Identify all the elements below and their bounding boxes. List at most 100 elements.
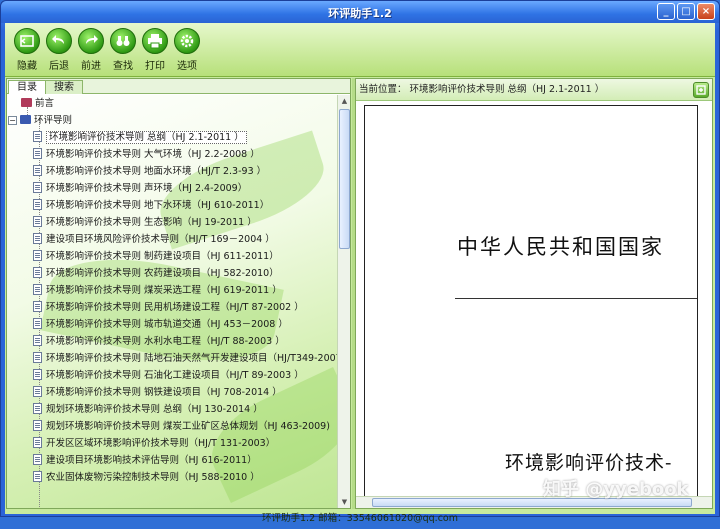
tree-item-label: 建设项目环境影响技术评估导则（HJ 616-2011） xyxy=(46,455,257,466)
document-page: 中华人民共和国国家 环境影响评价技术- xyxy=(364,105,698,499)
tree-item-label: 环境影响评价技术导则 煤炭采选工程（HJ 619-2011 ） xyxy=(46,285,282,296)
tree-item[interactable]: 规划环境影响评价技术导则 煤炭工业矿区总体规划（HJ 463-2009) xyxy=(33,418,330,435)
back-button[interactable]: 后退 xyxy=(43,28,75,72)
watermark: 知乎 @yyebook xyxy=(543,479,689,500)
hide-label: 隐藏 xyxy=(17,61,37,72)
forward-button[interactable]: 前进 xyxy=(75,28,107,72)
binoculars-icon xyxy=(110,28,136,54)
tab-search[interactable]: 搜索 xyxy=(45,80,83,94)
document-icon xyxy=(33,420,42,431)
tree-folder-label: 环评导则 xyxy=(34,115,73,126)
tree-item[interactable]: 环境影响评价技术导则 总纲（HJ 2.1-2011 ） xyxy=(33,129,247,146)
navigation-pane: 目录 搜索 前言 − 环评导则 环境影响评价技术导则 总纲（HJ 2.1-2011… xyxy=(6,78,351,509)
tree-item[interactable]: 建设项目环境风险评价技术导则（HJ/T 169－2004 ） xyxy=(33,231,275,248)
nav-tabs: 目录 搜索 xyxy=(7,79,350,94)
document-icon xyxy=(33,301,42,312)
tree-item-label: 环境影响评价技术导则 农药建设项目（HJ 582-2010） xyxy=(46,268,279,279)
tree-item-preface[interactable]: 前言 xyxy=(21,95,54,112)
tree-item[interactable]: 环境影响评价技术导则 地下水环境（HJ 610-2011） xyxy=(33,197,269,214)
tree-item-label: 环境影响评价技术导则 制药建设项目（HJ 611-2011） xyxy=(46,251,279,262)
document-icon xyxy=(33,403,42,414)
document-icon xyxy=(33,318,42,329)
location-bar: 当前位置： 环境影响评价技术导则 总纲（HJ 2.1-2011 ） xyxy=(356,79,712,101)
document-icon xyxy=(33,352,42,363)
document-icon xyxy=(33,148,42,159)
printer-icon xyxy=(142,28,168,54)
current-location: 当前位置： 环境影响评价技术导则 总纲（HJ 2.1-2011 ） xyxy=(359,84,605,95)
tree-item[interactable]: 规划环境影响评价技术导则 总纲（HJ 130-2014 ） xyxy=(33,401,263,418)
find-button[interactable]: 查找 xyxy=(107,28,139,72)
tree-item-label: 环境影响评价技术导则 大气环境（HJ 2.2-2008 ） xyxy=(46,149,260,160)
tree-item-label: 规划环境影响评价技术导则 总纲（HJ 130-2014 ） xyxy=(46,404,263,415)
scroll-up-icon[interactable]: ▲ xyxy=(339,95,350,107)
tab-contents[interactable]: 目录 xyxy=(8,80,46,94)
tree-item-label: 环境影响评价技术导则 钢铁建设项目（HJ 708-2014 ） xyxy=(46,387,282,398)
tree-item[interactable]: 环境影响评价技术导则 煤炭采选工程（HJ 619-2011 ） xyxy=(33,282,282,299)
tree-item[interactable]: 环境影响评价技术导则 钢铁建设项目（HJ 708-2014 ） xyxy=(33,384,282,401)
heading-rule xyxy=(455,298,697,299)
tree-item-label: 环境影响评价技术导则 陆地石油天然气开发建设项目（HJ/T349-2007) xyxy=(46,353,337,364)
tree-folder-guidelines[interactable]: − 环评导则 xyxy=(8,112,72,129)
options-button[interactable]: 选项 xyxy=(171,28,203,72)
content-pane: 当前位置： 环境影响评价技术导则 总纲（HJ 2.1-2011 ） 中华人民共和… xyxy=(355,78,713,509)
tree-item[interactable]: 开发区区域环境影响评价技术导则（HJ/T 131-2003） xyxy=(33,435,275,452)
tree-item[interactable]: 环境影响评价技术导则 声环境（HJ 2.4-2009） xyxy=(33,180,247,197)
document-icon xyxy=(33,182,42,193)
document-icon xyxy=(33,284,42,295)
document-icon xyxy=(33,165,42,176)
tree-item[interactable]: 环境影响评价技术导则 生态影响（HJ 19-2011 ） xyxy=(33,214,257,231)
tree-item-label: 环境影响评价技术导则 地面水环境（HJ/T 2.3-93 ） xyxy=(46,166,267,177)
document-icon xyxy=(33,250,42,261)
document-icon xyxy=(33,454,42,465)
close-button[interactable]: × xyxy=(697,3,715,20)
book-icon xyxy=(21,98,32,107)
back-icon xyxy=(46,28,72,54)
maximize-button[interactable]: □ xyxy=(677,3,695,20)
document-icon xyxy=(33,471,42,482)
tree-item[interactable]: 农业固体废物污染控制技术导则（HJ 588-2010 ） xyxy=(33,469,260,486)
find-label: 查找 xyxy=(113,61,133,72)
tree-item[interactable]: 环境影响评价技术导则 农药建设项目（HJ 582-2010） xyxy=(33,265,279,282)
hide-icon xyxy=(14,28,40,54)
forward-icon xyxy=(78,28,104,54)
tree-item[interactable]: 环境影响评价技术导则 城市轨道交通（HJ 453－2008 ） xyxy=(33,316,288,333)
print-label: 打印 xyxy=(145,61,165,72)
document-icon xyxy=(33,267,42,278)
tree-item[interactable]: 环境影响评价技术导则 陆地石油天然气开发建设项目（HJ/T349-2007) xyxy=(33,350,337,367)
app-window: 环评助手1.2 _ □ × 隐藏 后退 前进 查找 打印 选项 目录 搜索 前言… xyxy=(0,0,720,524)
scroll-down-icon[interactable]: ▼ xyxy=(339,496,350,508)
tree-item-label: 环境影响评价技术导则 总纲（HJ 2.1-2011 ） xyxy=(46,131,247,144)
tree-item-label: 环境影响评价技术导则 地下水环境（HJ 610-2011） xyxy=(46,200,270,211)
document-icon xyxy=(33,386,42,397)
minimize-button[interactable]: _ xyxy=(657,3,675,20)
tree-item[interactable]: 环境影响评价技术导则 大气环境（HJ 2.2-2008 ） xyxy=(33,146,260,163)
sync-button[interactable] xyxy=(693,82,709,98)
tree-item-label: 环境影响评价技术导则 水利水电工程（HJ/T 88-2003 ） xyxy=(46,336,285,347)
tree-item[interactable]: 建设项目环境影响技术评估导则（HJ 616-2011） xyxy=(33,452,257,469)
tree-item[interactable]: 环境影响评价技术导则 水利水电工程（HJ/T 88-2003 ） xyxy=(33,333,285,350)
tree-item[interactable]: 环境影响评价技术导则 民用机场建设工程（HJ/T 87-2002 ） xyxy=(33,299,304,316)
hide-button[interactable]: 隐藏 xyxy=(11,28,43,72)
document-icon xyxy=(33,199,42,210)
tree-item-label: 环境影响评价技术导则 生态影响（HJ 19-2011 ） xyxy=(46,217,257,228)
print-button[interactable]: 打印 xyxy=(139,28,171,72)
tree-item-label: 规划环境影响评价技术导则 煤炭工业矿区总体规划（HJ 463-2009) xyxy=(46,421,330,432)
document-icon xyxy=(33,131,42,142)
tree-item[interactable]: 环境影响评价技术导则 地面水环境（HJ/T 2.3-93 ） xyxy=(33,163,266,180)
tree-item-label: 环境影响评价技术导则 民用机场建设工程（HJ/T 87-2002 ） xyxy=(46,302,304,313)
tree-scrollbar[interactable]: ▲ ▼ xyxy=(337,95,350,508)
options-label: 选项 xyxy=(177,61,197,72)
window-title: 环评助手1.2 xyxy=(328,7,392,20)
tree-item[interactable]: 环境影响评价技术导则 制药建设项目（HJ 611-2011） xyxy=(33,248,279,265)
tree-item[interactable]: 环境影响评价技术导则 石油化工建设项目（HJ/T 89-2003 ） xyxy=(33,367,304,384)
document-heading: 中华人民共和国国家 xyxy=(457,235,664,259)
tree-item-label: 建设项目环境风险评价技术导则（HJ/T 169－2004 ） xyxy=(46,234,275,245)
sync-icon xyxy=(696,85,706,95)
document-icon xyxy=(33,216,42,227)
document-icon xyxy=(33,437,42,448)
tree-item-label: 前言 xyxy=(35,98,55,109)
document-icon xyxy=(33,369,42,380)
title-bar[interactable]: 环评助手1.2 _ □ × xyxy=(1,1,719,23)
scrollbar-thumb[interactable] xyxy=(339,109,350,249)
collapse-icon[interactable]: − xyxy=(8,116,17,125)
